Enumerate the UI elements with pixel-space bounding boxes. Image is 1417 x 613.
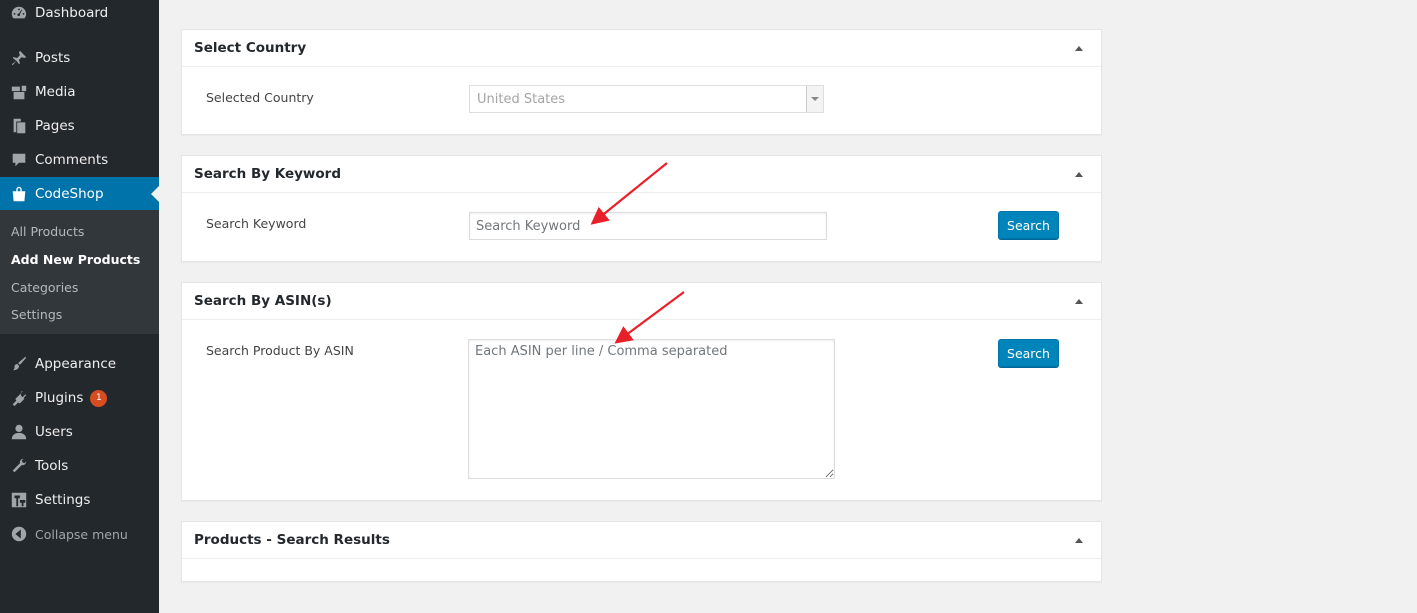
collapse-toggle-icon[interactable]: [1075, 298, 1083, 304]
pages-icon: [0, 117, 35, 135]
selected-country-label: Selected Country: [206, 90, 314, 105]
panel-header: Search By Keyword: [182, 156, 1101, 193]
sidebar-item-codeshop[interactable]: CodeShop: [0, 177, 159, 211]
panel-title: Select Country: [194, 40, 307, 56]
sidebar-item-users[interactable]: Users: [0, 415, 159, 449]
panel-header: Select Country: [182, 30, 1101, 67]
plug-icon: [0, 389, 35, 407]
collapse-menu-button[interactable]: Collapse menu: [0, 517, 159, 551]
select-country-panel: Select Country Selected Country United S…: [181, 29, 1102, 135]
sidebar-item-label: Appearance: [35, 356, 117, 372]
search-asin-panel: Search By ASIN(s) Search Product By ASIN…: [181, 282, 1102, 501]
media-icon: [0, 83, 35, 101]
admin-sidebar: Dashboard Posts Media Pages Comments Cod…: [0, 0, 159, 613]
country-select[interactable]: United States: [469, 85, 824, 113]
sidebar-item-media[interactable]: Media: [0, 75, 159, 109]
sidebar-item-label: Settings: [35, 492, 91, 508]
panel-header: Products - Search Results: [182, 522, 1101, 559]
collapse-arrow-icon: [0, 525, 35, 543]
country-select-value: United States: [477, 91, 566, 107]
wrench-icon: [0, 457, 35, 475]
pin-icon: [0, 49, 35, 67]
sidebar-item-comments[interactable]: Comments: [0, 143, 159, 177]
shop-bag-icon: [0, 185, 35, 203]
update-count-badge: 1: [90, 389, 108, 407]
sidebar-item-plugins[interactable]: Plugins 1: [0, 381, 159, 415]
submenu-item-categories[interactable]: Categories: [11, 280, 78, 295]
sidebar-item-dashboard[interactable]: Dashboard: [0, 0, 159, 30]
sidebar-item-posts[interactable]: Posts: [0, 41, 159, 75]
keyword-search-button[interactable]: Search: [998, 211, 1059, 239]
sidebar-item-label: Plugins: [35, 390, 84, 406]
sidebar-item-label: Users: [35, 424, 73, 440]
active-indicator: [151, 186, 159, 202]
panel-title: Products - Search Results: [194, 532, 390, 548]
submenu-item-all-products[interactable]: All Products: [11, 224, 84, 239]
comment-icon: [0, 151, 35, 169]
asin-textarea[interactable]: [468, 339, 835, 479]
sidebar-item-label: Media: [35, 84, 76, 100]
sidebar-item-label: Tools: [35, 458, 69, 474]
codeshop-submenu: All Products Add New Products Categories…: [0, 210, 159, 334]
collapse-toggle-icon[interactable]: [1075, 537, 1083, 543]
sidebar-item-tools[interactable]: Tools: [0, 449, 159, 483]
search-keyword-panel: Search By Keyword Search Keyword Search: [181, 155, 1102, 262]
brush-icon: [0, 355, 35, 373]
sidebar-item-pages[interactable]: Pages: [0, 109, 159, 143]
sidebar-item-appearance[interactable]: Appearance: [0, 347, 159, 381]
sidebar-item-label: Comments: [35, 152, 109, 168]
sidebar-item-label: Pages: [35, 118, 75, 134]
sidebar-item-label: Posts: [35, 50, 71, 66]
user-icon: [0, 423, 35, 441]
collapse-toggle-icon[interactable]: [1075, 171, 1083, 177]
collapse-toggle-icon[interactable]: [1075, 45, 1083, 51]
sidebar-item-settings[interactable]: Settings: [0, 483, 159, 517]
search-results-panel: Products - Search Results: [181, 521, 1102, 582]
asin-search-button[interactable]: Search: [998, 339, 1059, 367]
sidebar-item-label: Dashboard: [35, 5, 109, 21]
search-asin-label: Search Product By ASIN: [206, 343, 354, 358]
settings-icon: [0, 491, 35, 509]
submenu-item-settings[interactable]: Settings: [11, 307, 62, 322]
chevron-down-icon[interactable]: [806, 86, 823, 112]
panel-header: Search By ASIN(s): [182, 283, 1101, 320]
dashboard-icon: [0, 4, 35, 22]
collapse-menu-label: Collapse menu: [35, 526, 128, 542]
panel-title: Search By ASIN(s): [194, 293, 332, 309]
search-keyword-label: Search Keyword: [206, 216, 307, 231]
submenu-item-add-new-products[interactable]: Add New Products: [11, 252, 140, 267]
sidebar-item-label: CodeShop: [35, 186, 104, 202]
search-keyword-input[interactable]: [469, 212, 827, 240]
panel-title: Search By Keyword: [194, 166, 341, 182]
